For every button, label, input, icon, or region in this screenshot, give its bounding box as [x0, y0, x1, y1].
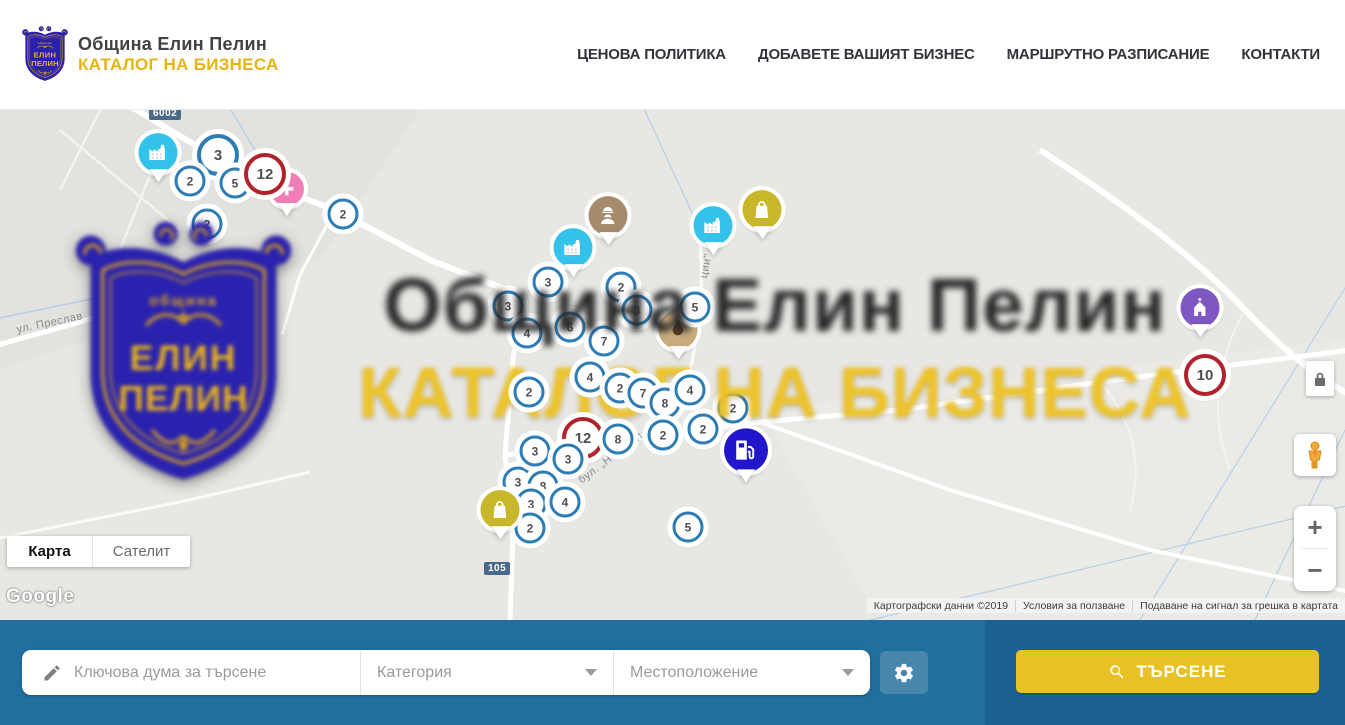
site-header: Община Елин Пелин КАТАЛОГ НА БИЗНЕСА ЦЕН… [0, 0, 1345, 110]
page: Община Елин Пелин КАТАЛОГ НА БИЗНЕСА ЦЕН… [0, 0, 1345, 725]
nav-item[interactable]: МАРШРУТНО РАЗПИСАНИЕ [1007, 46, 1210, 63]
google-map[interactable]: ул. Преславбул. „Новоселции" 6002105 325… [0, 110, 1345, 620]
category-select[interactable]: Категория [360, 650, 613, 695]
nav-item[interactable]: ЦЕНОВА ПОЛИТИКА [577, 46, 726, 63]
brand-text: Община Елин Пелин КАТАЛОГ НА БИЗНЕСА [78, 34, 279, 75]
search-icon [1108, 663, 1126, 681]
brand-subtitle: КАТАЛОГ НА БИЗНЕСА [78, 55, 279, 75]
main-nav: ЦЕНОВА ПОЛИТИКА ДОБАВЕТЕ ВАШИЯТ БИЗНЕС МАР… [577, 46, 1345, 63]
marker-layer-over: 242784128223310 [0, 110, 1345, 620]
lock-button[interactable] [1306, 361, 1334, 396]
cluster-marker[interactable]: 3 [553, 444, 584, 475]
cluster-marker[interactable]: 2 [688, 414, 719, 445]
chevron-down-icon [585, 669, 597, 676]
keyword-search-input[interactable] [74, 664, 346, 682]
google-logo[interactable]: Google [6, 586, 74, 608]
cluster-marker[interactable]: 8 [603, 424, 634, 455]
chevron-down-icon [842, 669, 854, 676]
brand-logo[interactable]: Община Елин Пелин КАТАЛОГ НА БИЗНЕСА [0, 25, 279, 85]
map-type-control: Карта Сателит [7, 536, 190, 567]
municipality-crest-icon [22, 25, 68, 85]
attribution-item[interactable]: Подаване на сигнал за грешка в картата [1132, 600, 1345, 612]
map-type-satellite-button[interactable]: Сателит [92, 536, 190, 567]
pencil-icon [42, 663, 62, 683]
cluster-marker[interactable]: 10 [1184, 354, 1226, 396]
cluster-marker[interactable]: 4 [675, 375, 706, 406]
cluster-marker[interactable]: 2 [514, 377, 545, 408]
search-bar: Категория Местоположение ТЪРСЕНЕ [0, 620, 1345, 725]
keyword-field-wrap [22, 650, 360, 695]
pegman-icon [1303, 441, 1327, 469]
location-select-label: Местоположение [630, 664, 758, 682]
attribution-item[interactable]: Условия за ползване [1015, 600, 1132, 612]
search-button[interactable]: ТЪРСЕНЕ [1016, 650, 1319, 693]
location-select[interactable]: Местоположение [613, 650, 870, 695]
zoom-control: + − [1294, 506, 1336, 591]
brand-title: Община Елин Пелин [78, 34, 279, 55]
map-attribution: Картографски данни ©2019Условия за ползв… [867, 598, 1345, 613]
nav-item[interactable]: КОНТАКТИ [1241, 46, 1320, 63]
zoom-in-button[interactable]: + [1294, 506, 1336, 548]
map-type-map-button[interactable]: Карта [7, 536, 92, 567]
attribution-item[interactable]: Картографски данни ©2019 [867, 600, 1015, 612]
nav-item[interactable]: ДОБАВЕТЕ ВАШИЯТ БИЗНЕС [758, 46, 975, 63]
cluster-marker[interactable]: 3 [520, 436, 551, 467]
cluster-marker[interactable]: 2 [648, 420, 679, 451]
gear-icon [893, 662, 915, 684]
advanced-settings-button[interactable] [880, 651, 928, 694]
lock-icon [1313, 371, 1327, 387]
zoom-out-button[interactable]: − [1294, 549, 1336, 591]
street-view-pegman-button[interactable] [1294, 434, 1336, 476]
search-button-label: ТЪРСЕНЕ [1136, 662, 1226, 682]
category-select-label: Категория [377, 664, 452, 682]
cluster-marker[interactable]: 4 [575, 362, 606, 393]
search-box: Категория Местоположение [22, 650, 870, 695]
